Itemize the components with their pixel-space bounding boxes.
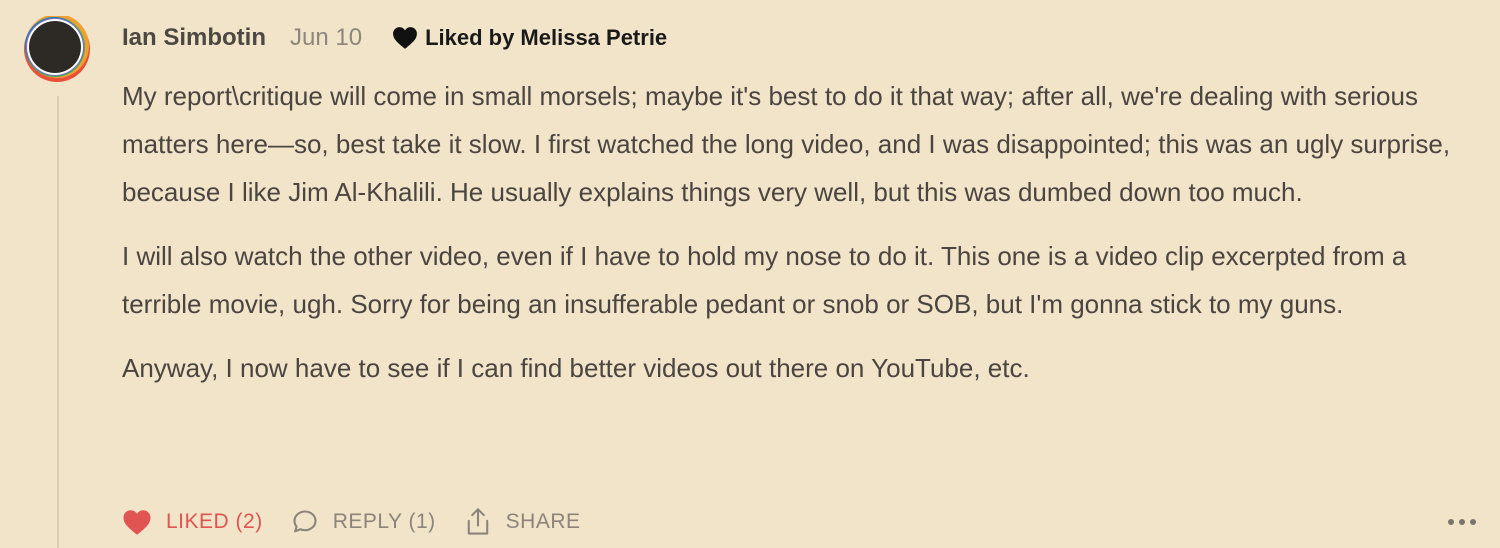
- heart-filled-icon: [123, 509, 151, 535]
- comment-date[interactable]: Jun 10: [290, 24, 362, 52]
- comment-body: My report\critique will come in small mo…: [122, 72, 1452, 408]
- speech-bubble-icon: [293, 510, 317, 533]
- more-horizontal-icon: [1459, 519, 1465, 525]
- liked-by: Liked by Melissa Petrie: [392, 25, 667, 51]
- comment-header: Ian Simbotin Jun 10 Liked by Melissa Pet…: [122, 20, 667, 56]
- share-icon: [467, 508, 488, 535]
- like-button[interactable]: LIKED (2): [122, 509, 263, 536]
- comment-paragraph: Anyway, I now have to see if I can find …: [122, 353, 1030, 383]
- thread-line: [57, 96, 59, 548]
- share-button[interactable]: SHARE: [464, 507, 581, 537]
- heart-icon: [393, 27, 417, 49]
- comment-paragraph: I will also watch the other video, even …: [122, 241, 1407, 319]
- reply-label: REPLY (1): [332, 510, 436, 533]
- like-label: LIKED (2): [166, 510, 263, 533]
- author-name[interactable]: Ian Simbotin: [122, 24, 266, 52]
- comment-actions: LIKED (2) REPLY (1) SHARE: [122, 504, 609, 540]
- comment: Ian Simbotin Jun 10 Liked by Melissa Pet…: [0, 0, 1500, 548]
- liked-by-text: Liked by Melissa Petrie: [425, 25, 668, 50]
- reply-button[interactable]: REPLY (1): [291, 508, 436, 536]
- more-options-button[interactable]: [1448, 510, 1476, 534]
- more-horizontal-icon: [1448, 519, 1454, 525]
- avatar[interactable]: [24, 14, 90, 82]
- share-label: SHARE: [505, 510, 581, 533]
- more-horizontal-icon: [1470, 519, 1476, 525]
- comment-paragraph: My report\critique will come in small mo…: [122, 81, 1451, 207]
